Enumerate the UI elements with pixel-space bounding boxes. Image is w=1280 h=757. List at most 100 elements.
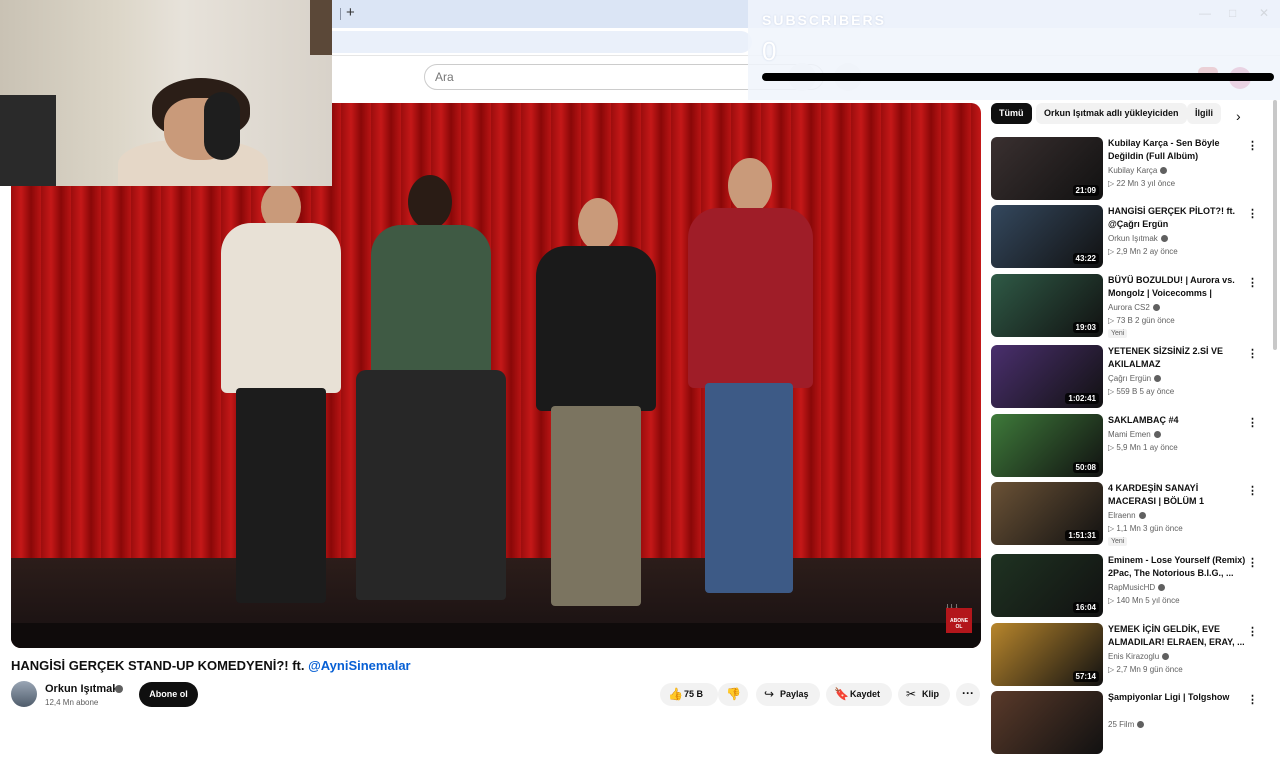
recommendation-item[interactable]: 16:04 Eminem - Lose Yourself (Remix) 2Pac… xyxy=(991,554,1271,620)
video-title: HANGİSİ GERÇEK STAND-UP KOMEDYENİ?! ft. … xyxy=(11,658,411,673)
person-torso xyxy=(536,246,656,411)
recommendation-channel[interactable]: Kubilay Karça xyxy=(1108,166,1168,175)
recommendation-item[interactable]: 43:22 HANGİSİ GERÇEK PİLOT?! ft. @Çağrı E… xyxy=(991,205,1271,271)
video-thumbnail[interactable]: 50:08 xyxy=(991,414,1103,477)
chip-from-uploader[interactable]: Orkun Işıtmak adlı yükleyiciden xyxy=(1036,103,1187,124)
recommendation-title[interactable]: HANGİSİ GERÇEK PİLOT?! ft. @Çağrı Ergün xyxy=(1108,205,1246,231)
video-thumbnail[interactable] xyxy=(991,691,1103,754)
video-duration: 21:09 xyxy=(1072,185,1099,196)
subscribe-watermark[interactable]: ABONE OL xyxy=(946,608,972,633)
recommendation-item[interactable]: 50:08 SAKLAMBAÇ #4 Mami Emen ▷ 5,9 Mn 1 ay … xyxy=(991,414,1271,480)
more-options-icon[interactable]: ⋮ xyxy=(1247,207,1258,220)
dislike-button[interactable]: 👎 xyxy=(718,683,748,706)
video-thumbnail[interactable]: 43:22 xyxy=(991,205,1103,268)
video-thumbnail[interactable]: 19:03 xyxy=(991,274,1103,337)
verified-icon xyxy=(1160,235,1168,242)
more-options-icon[interactable]: ⋮ xyxy=(1247,693,1258,706)
channel-subscriber-count: 12,4 Mn abone xyxy=(45,698,99,707)
url-field[interactable] xyxy=(332,31,752,53)
tab-separator xyxy=(340,8,341,20)
more-options-icon[interactable]: ⋮ xyxy=(1247,276,1258,289)
video-thumbnail[interactable]: 1:51:31 xyxy=(991,482,1103,545)
like-button[interactable]: 👍 75 B xyxy=(660,683,718,706)
thumbs-down-icon: 👎 xyxy=(726,687,741,701)
recommendation-item[interactable]: 1:02:41 YETENEK SİZSİNİZ 2.Sİ VE AKILALMA… xyxy=(991,345,1271,411)
channel-avatar[interactable] xyxy=(11,681,37,707)
recommendation-channel[interactable]: RapMusicHD xyxy=(1108,583,1166,592)
new-badge: Yeni xyxy=(1108,537,1128,546)
recommendation-item[interactable]: 57:14 YEMEK İÇİN GELDİK, EVE ALMADILAR! E… xyxy=(991,623,1271,689)
video-thumbnail[interactable]: 16:04 xyxy=(991,554,1103,617)
recommendation-channel[interactable]: Aurora CS2 xyxy=(1108,303,1160,312)
clip-button[interactable]: ✂ Klip xyxy=(898,683,950,706)
more-options-icon[interactable]: ⋮ xyxy=(1247,139,1258,152)
recommendation-meta: ▷ 140 Mn 5 yıl önce xyxy=(1108,596,1180,605)
video-thumbnail[interactable]: 1:02:41 xyxy=(991,345,1103,408)
recommendation-title[interactable]: SAKLAMBAÇ #4 xyxy=(1108,414,1246,427)
share-button[interactable]: ↪ Paylaş xyxy=(756,683,820,706)
scrollbar[interactable] xyxy=(1273,100,1277,350)
video-thumbnail[interactable]: 21:09 xyxy=(991,137,1103,200)
verified-icon xyxy=(1162,653,1170,660)
more-actions-button[interactable]: ··· xyxy=(956,683,980,706)
person-4 xyxy=(683,158,818,608)
recommendation-meta: ▷ 2,9 Mn 2 ay önce xyxy=(1108,247,1178,256)
person-head xyxy=(728,158,772,213)
video-duration: 50:08 xyxy=(1072,462,1099,473)
video-duration: 43:22 xyxy=(1072,253,1099,264)
channel-name[interactable]: Orkun Işıtmak xyxy=(45,683,118,695)
person-3 xyxy=(526,198,666,618)
save-label: Kaydet xyxy=(850,689,881,699)
more-options-icon[interactable]: ⋮ xyxy=(1247,484,1258,497)
recommendation-meta: ▷ 1,1 Mn 3 gün önce xyxy=(1108,524,1183,533)
recommendation-item[interactable]: Şampiyonlar Ligi | Tolgshow 25 Film ⋮ xyxy=(991,691,1271,757)
more-options-icon[interactable]: ⋮ xyxy=(1247,347,1258,360)
person-legs xyxy=(236,388,326,603)
recommendation-channel[interactable]: Çağrı Ergün xyxy=(1108,374,1162,383)
person-2 xyxy=(356,175,506,625)
recommendation-item[interactable]: 19:03 BÜYÜ BOZULDU! | Aurora vs. Mongolz … xyxy=(991,274,1271,340)
chip-all[interactable]: Tümü xyxy=(991,103,1032,124)
thumbs-up-icon: 👍 xyxy=(668,687,683,701)
video-thumbnail[interactable]: 57:14 xyxy=(991,623,1103,686)
more-options-icon[interactable]: ⋮ xyxy=(1247,416,1258,429)
headphones-icon xyxy=(204,92,240,160)
verified-icon xyxy=(1137,721,1145,728)
recommendation-channel[interactable]: Enis Kirazoglu xyxy=(1108,652,1170,661)
person-torso xyxy=(221,223,341,393)
recommendation-channel[interactable]: 25 Film xyxy=(1108,720,1145,729)
recommendation-title[interactable]: Eminem - Lose Yourself (Remix) 2Pac, The… xyxy=(1108,554,1246,580)
subscriber-overlay: SUBSCRIBERS 0 xyxy=(748,0,1280,100)
recommendation-item[interactable]: 21:09 Kubilay Karça - Sen Böyle Değildin … xyxy=(991,137,1271,203)
more-options-icon[interactable]: ⋮ xyxy=(1247,556,1258,569)
video-duration: 16:04 xyxy=(1072,602,1099,613)
new-tab-button[interactable]: + xyxy=(346,4,355,21)
subscriber-progress-bar xyxy=(762,73,1274,81)
recommendation-meta: ▷ 559 B 5 ay önce xyxy=(1108,387,1175,396)
person-skirt xyxy=(356,370,506,600)
title-mention-link[interactable]: @AyniSinemalar xyxy=(308,658,411,673)
recommendation-title[interactable]: YEMEK İÇİN GELDİK, EVE ALMADILAR! ELRAEN… xyxy=(1108,623,1246,649)
scissors-icon: ✂ xyxy=(906,687,917,701)
recommendation-channel[interactable]: Elraenn xyxy=(1108,511,1146,520)
recommendation-title[interactable]: Şampiyonlar Ligi | Tolgshow xyxy=(1108,691,1246,704)
person-head xyxy=(408,175,452,229)
verified-icon xyxy=(115,685,123,693)
recommendation-channel[interactable]: Orkun Işıtmak xyxy=(1108,234,1168,243)
subscribe-button[interactable]: Abone ol xyxy=(139,682,198,707)
recommendation-title[interactable]: 4 KARDEŞİN SANAYİ MACERASI | BÖLÜM 1 xyxy=(1108,482,1246,508)
recommendation-item[interactable]: 1:51:31 4 KARDEŞİN SANAYİ MACERASI | BÖLÜ… xyxy=(991,482,1271,548)
share-icon: ↪ xyxy=(764,687,775,701)
recommendation-title[interactable]: Kubilay Karça - Sen Böyle Değildin (Full… xyxy=(1108,137,1246,163)
recommendation-channel[interactable]: Mami Emen xyxy=(1108,430,1161,439)
person-legs xyxy=(705,383,793,593)
chevron-right-icon[interactable]: › xyxy=(1236,108,1241,124)
recommendation-title[interactable]: BÜYÜ BOZULDU! | Aurora vs. Mongolz | Voi… xyxy=(1108,274,1246,301)
person-torso xyxy=(688,208,813,388)
recommendation-title[interactable]: YETENEK SİZSİNİZ 2.Sİ VE AKILALMAZ SİHİR… xyxy=(1108,345,1246,372)
recommendation-meta: ▷ 5,9 Mn 1 ay önce xyxy=(1108,443,1178,452)
video-duration: 19:03 xyxy=(1072,322,1099,333)
chip-related[interactable]: İlgili xyxy=(1187,103,1221,124)
save-button[interactable]: 🔖 Kaydet xyxy=(826,683,892,706)
more-options-icon[interactable]: ⋮ xyxy=(1247,625,1258,638)
